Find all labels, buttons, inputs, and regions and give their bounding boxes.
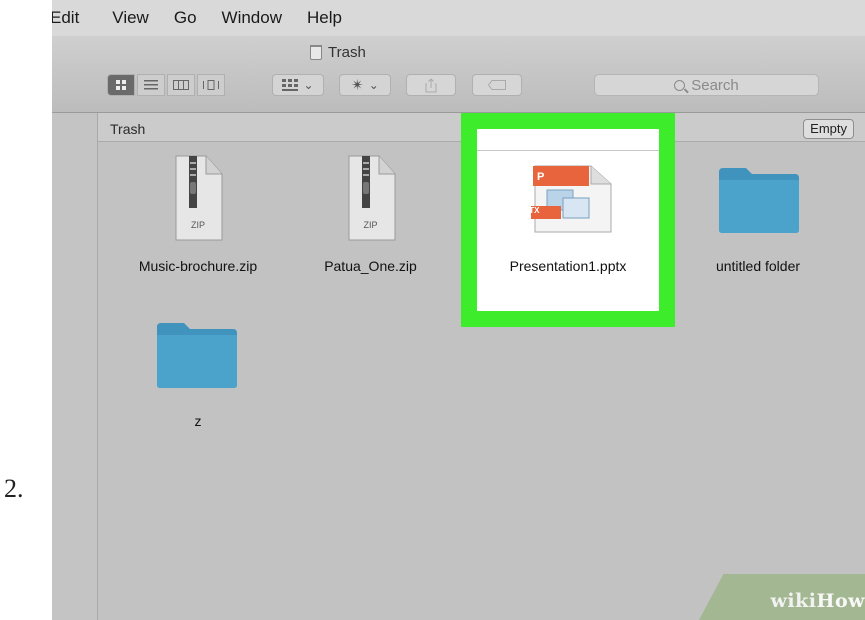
trash-icon [310,45,322,60]
column-view-icon [173,80,189,90]
empty-trash-button[interactable]: Empty [803,119,854,139]
file-name: untitled folder [715,258,801,274]
search-placeholder: Search [691,76,739,94]
arrange-group: ⌄ [272,74,324,96]
toolbar: Trash ⌄ ✴ ⌄ Search [52,36,865,113]
file-name: z [194,413,202,429]
file-item[interactable]: ZIP Patua_One.zip [288,150,453,280]
share-icon [425,77,437,92]
file-type-badge: ZIP [190,220,205,230]
file-name: Music-brochure.zip [138,258,258,274]
watermark-part2: How [816,590,865,612]
folder-item[interactable]: untitled folder [672,150,844,280]
file-type-badge: PPTX [518,206,540,215]
share-group [406,74,456,96]
column-view-button[interactable] [167,74,195,96]
window-title: Trash [310,44,366,61]
folder-icon [719,168,799,233]
menu-edit[interactable]: Edit [52,8,79,28]
file-name: Patua_One.zip [324,258,417,274]
folder-icon [157,323,237,388]
menu-window[interactable]: Window [222,8,282,28]
share-button[interactable] [406,74,456,96]
window-title-text: Trash [328,44,366,61]
sidebar [52,113,98,620]
gear-icon: ✴ [351,77,364,94]
menu-view[interactable]: View [112,8,149,28]
search-input[interactable]: Search [594,74,819,96]
watermark-part1: wiki [770,590,817,612]
menu-go[interactable]: Go [174,8,197,28]
menu-bar: Edit View Go Window Help [52,0,865,36]
cover-flow-icon [203,80,219,90]
menu-help[interactable]: Help [307,8,342,28]
pptx-file-icon: P [531,165,612,233]
list-view-icon [144,80,158,90]
arrange-button[interactable]: ⌄ [272,74,324,96]
wikihow-watermark: wikiHow [771,590,865,612]
file-name: Presentation1.pptx [509,258,627,274]
path-bar-label: Trash [110,121,146,137]
file-item-selected[interactable]: P PPTX Presentation1.pptx [477,150,659,280]
icon-view-button[interactable] [107,74,135,96]
tag-button[interactable] [472,74,522,96]
action-group: ✴ ⌄ [339,74,391,96]
svg-text:P: P [537,171,544,183]
tag-icon [488,80,506,90]
step-number: 2. [4,474,24,503]
list-view-button[interactable] [137,74,165,96]
view-mode-segment [107,74,227,96]
cover-flow-button[interactable] [197,74,225,96]
finder-screenshot: Edit View Go Window Help Trash ⌄ ✴ ⌄ Sea… [52,0,865,620]
arrange-icon [282,79,299,91]
chevron-down-icon: ⌄ [368,78,379,92]
action-button[interactable]: ✴ ⌄ [339,74,391,96]
folder-item[interactable]: z [108,305,288,435]
file-type-badge: ZIP [363,220,378,230]
search-icon [674,79,686,91]
file-item[interactable]: ZIP Music-brochure.zip [108,150,288,280]
chevron-down-icon: ⌄ [303,78,314,92]
tag-group [472,74,522,96]
icon-view-icon [116,80,126,90]
